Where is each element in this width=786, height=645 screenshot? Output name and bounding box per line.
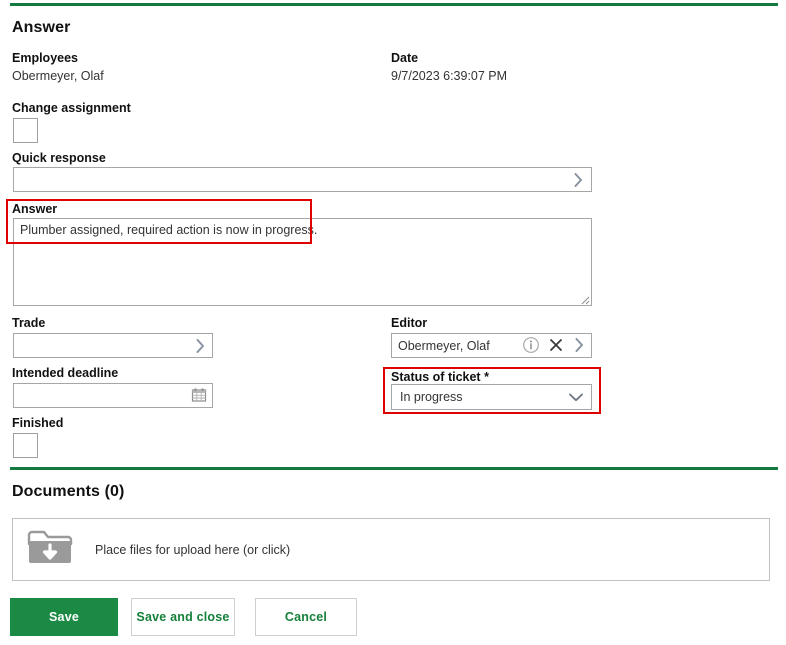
save-button[interactable]: Save (10, 598, 118, 636)
folder-download-icon (27, 527, 73, 572)
save-and-close-button[interactable]: Save and close (131, 598, 235, 636)
finished-label: Finished (12, 416, 63, 430)
status-of-ticket-chevron-down-icon[interactable] (567, 390, 585, 404)
date-label: Date (391, 51, 418, 65)
editor-info-icon[interactable] (522, 336, 540, 354)
trade-chevron-right-icon[interactable] (190, 336, 210, 356)
editor-close-icon[interactable] (547, 336, 565, 354)
quick-response-chevron-right-icon[interactable] (568, 170, 588, 190)
top-divider (10, 3, 778, 6)
intended-deadline-input[interactable] (13, 383, 213, 408)
intended-deadline-calendar-icon[interactable] (190, 386, 208, 404)
employees-label: Employees (12, 51, 78, 65)
quick-response-label: Quick response (12, 151, 106, 165)
answer-textarea-label: Answer (12, 202, 57, 216)
answer-textarea[interactable] (13, 218, 592, 306)
answer-form-page: Answer Employees Obermeyer, Olaf Date 9/… (0, 0, 786, 645)
textarea-resize-grip[interactable] (578, 292, 590, 304)
editor-label: Editor (391, 316, 427, 330)
dropzone-text: Place files for upload here (or click) (95, 543, 290, 557)
answer-section-title: Answer (12, 19, 70, 37)
change-assignment-checkbox[interactable] (13, 118, 38, 143)
trade-label: Trade (12, 316, 45, 330)
section-divider (10, 467, 778, 470)
editor-chevron-right-icon[interactable] (570, 336, 588, 354)
status-of-ticket-label: Status of ticket * (391, 370, 489, 384)
trade-input[interactable] (13, 333, 213, 358)
employees-value: Obermeyer, Olaf (12, 69, 104, 83)
finished-checkbox[interactable] (13, 433, 38, 458)
cancel-button[interactable]: Cancel (255, 598, 357, 636)
status-of-ticket-select[interactable]: In progress (391, 384, 592, 410)
documents-section-title: Documents (0) (12, 483, 124, 501)
status-of-ticket-value: In progress (400, 390, 463, 404)
date-value: 9/7/2023 6:39:07 PM (391, 69, 507, 83)
intended-deadline-label: Intended deadline (12, 366, 118, 380)
file-upload-dropzone[interactable]: Place files for upload here (or click) (12, 518, 770, 581)
quick-response-input[interactable] (13, 167, 592, 192)
change-assignment-label: Change assignment (12, 101, 131, 115)
